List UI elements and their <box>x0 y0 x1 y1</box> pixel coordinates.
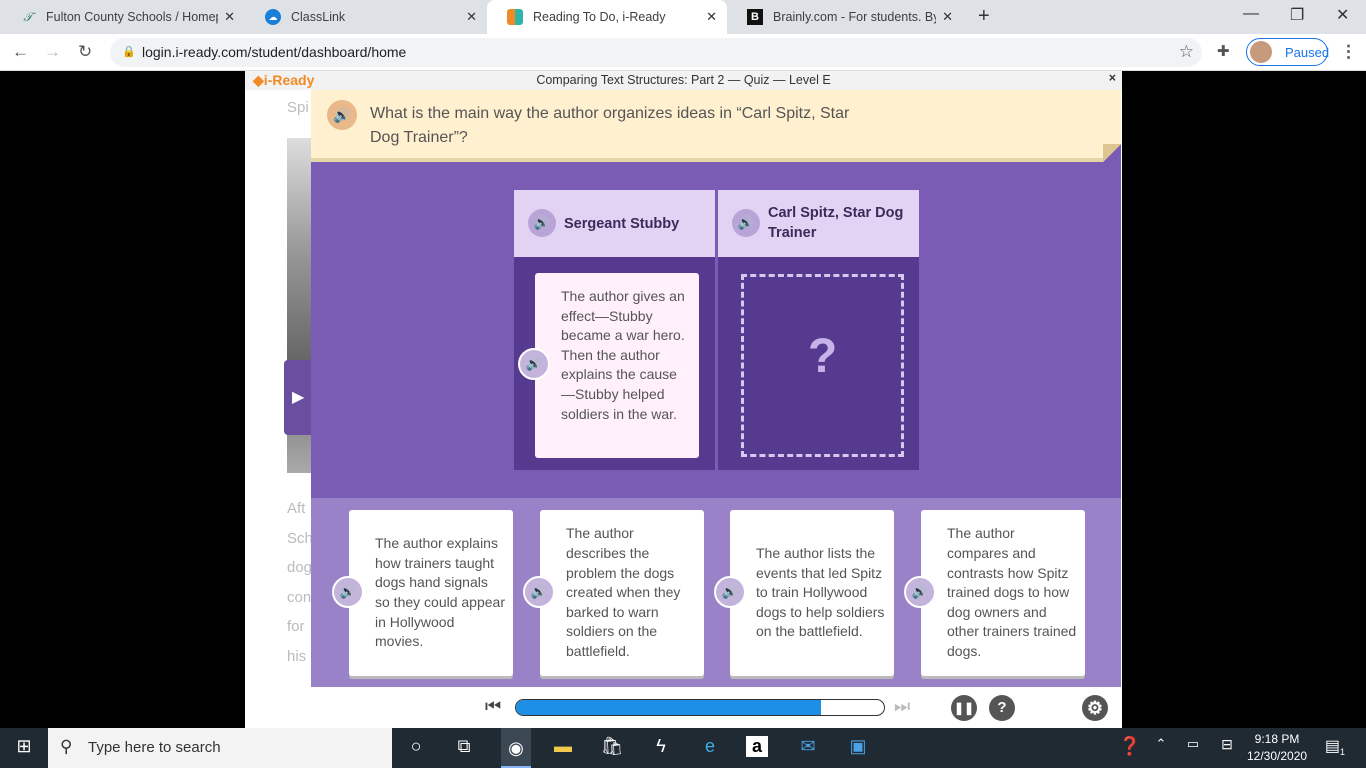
question-banner: 🔊 What is the main way the author organi… <box>311 90 1121 162</box>
file-explorer-icon[interactable]: ▬ <box>550 736 576 757</box>
placed-card[interactable]: The author gives an effect—Stubby became… <box>535 273 699 458</box>
background-text: Aft <box>287 500 306 517</box>
menu-icon[interactable]: ⋮ <box>1340 42 1357 62</box>
speaker-icon[interactable]: 🔊 <box>732 209 760 237</box>
battery-icon[interactable]: ▭ <box>1180 736 1206 752</box>
edge-icon[interactable]: e <box>697 736 723 757</box>
new-tab-button[interactable]: + <box>978 5 990 28</box>
tab-fulton[interactable]: 𝒯Fulton County Schools / Homepage✕ <box>0 0 245 34</box>
progress-fill <box>516 700 822 715</box>
fulton-icon: 𝒯 <box>23 9 33 24</box>
lesson-header: ◆i-Ready Comparing Text Structures: Part… <box>245 71 1122 90</box>
clock[interactable]: 9:18 PM 12/30/2020 <box>1247 731 1307 765</box>
amazon-icon[interactable]: a <box>746 736 768 757</box>
forward-icon[interactable]: → <box>44 42 61 62</box>
avatar <box>1250 41 1272 63</box>
speaker-icon[interactable]: 🔊 <box>714 576 746 608</box>
close-tab-icon[interactable]: ✕ <box>942 9 953 25</box>
windows-start-icon[interactable]: ⊞ <box>11 736 37 757</box>
settings-icon[interactable]: ⚙ <box>1082 695 1108 721</box>
background-text: Sch <box>287 530 313 547</box>
mail-icon[interactable]: ✉ <box>795 736 821 757</box>
drop-zone[interactable]: ? <box>741 274 904 457</box>
touchpad-icon[interactable]: ⊟ <box>1214 736 1240 753</box>
store-icon[interactable]: 🛍 <box>599 736 625 757</box>
help-tray-icon[interactable]: ❓ <box>1117 736 1143 757</box>
task-view-icon[interactable]: ⧉ <box>451 736 477 757</box>
column-carl-spitz: 🔊 Carl Spitz, Star Dog Trainer ? <box>718 190 919 470</box>
lesson-title: Comparing Text Structures: Part 2 — Quiz… <box>536 73 831 87</box>
star-icon[interactable]: ☆ <box>1179 42 1194 62</box>
chrome-icon[interactable]: ◉ <box>501 728 531 768</box>
back-icon[interactable]: ← <box>12 42 29 62</box>
search-icon: ⚲ <box>60 737 73 756</box>
close-tab-icon[interactable]: ✕ <box>706 9 717 25</box>
lesson-controls: ⏮ ⏭ ❚❚ ? ⚙ <box>311 687 1121 728</box>
cortana-icon[interactable]: ○ <box>403 736 429 757</box>
answer-card[interactable]: The author compares and contrasts how Sp… <box>921 510 1085 676</box>
close-window-button[interactable]: ✕ <box>1336 5 1349 25</box>
speaker-icon[interactable]: 🔊 <box>332 576 364 608</box>
background-text: con <box>287 589 312 606</box>
page-fold <box>1103 144 1121 162</box>
close-lesson-button[interactable]: × <box>1109 71 1116 85</box>
tab-brainly[interactable]: BBrainly.com - For students. By students… <box>727 0 963 34</box>
answer-card[interactable]: The author explains how trainers taught … <box>349 510 513 676</box>
column-title: Carl Spitz, Star Dog Trainer <box>768 205 904 241</box>
skip-forward-icon[interactable]: ⏭ <box>894 696 910 717</box>
tab-classlink[interactable]: ☁ ClassLink ✕ <box>245 0 487 34</box>
speaker-icon[interactable]: 🔊 <box>523 576 555 608</box>
quiz-area: 🔊 What is the main way the author organi… <box>311 90 1121 687</box>
pause-button[interactable]: ❚❚ <box>951 695 977 721</box>
background-text: Spi <box>287 99 309 116</box>
profile-button[interactable]: Paused <box>1246 38 1329 66</box>
column-sergeant-stubby: 🔊 Sergeant Stubby The author gives an eff… <box>514 190 715 470</box>
address-bar: ← → ↻ 🔒 login.i-ready.com/student/dashboa… <box>0 34 1366 71</box>
notifications-icon[interactable]: ▤1 <box>1322 736 1348 757</box>
progress-bar <box>515 699 885 716</box>
lock-icon: 🔒 <box>122 46 136 58</box>
background-text: his <box>287 648 307 665</box>
app-icon[interactable]: ϟ <box>648 736 674 757</box>
column-title: Sergeant Stubby <box>564 216 680 232</box>
tab-iready[interactable]: Reading To Do, i-Ready ✕ <box>487 0 727 34</box>
show-hidden-icons[interactable]: ⌃ <box>1148 736 1174 752</box>
speaker-icon[interactable]: 🔊 <box>518 348 550 380</box>
url-input[interactable]: 🔒 login.i-ready.com/student/dashboard/hom… <box>110 38 1202 67</box>
taskbar-search[interactable]: ⚲ Type here to search <box>48 728 392 768</box>
help-button[interactable]: ? <box>989 695 1015 721</box>
tab-bar: 𝒯Fulton County Schools / Homepage✕ ☁Clas… <box>0 0 1366 34</box>
speaker-icon[interactable]: 🔊 <box>904 576 936 608</box>
classlink-icon: ☁ <box>265 9 281 25</box>
minimize-button[interactable]: — <box>1243 5 1259 23</box>
brainly-icon: B <box>747 9 763 25</box>
reload-icon[interactable]: ↻ <box>78 42 92 62</box>
skip-back-icon[interactable]: ⏮ <box>485 696 501 717</box>
iready-icon <box>507 9 523 25</box>
close-tab-icon[interactable]: ✕ <box>224 9 235 25</box>
background-text: for <box>287 618 305 635</box>
extensions-icon[interactable]: ✚ <box>1217 42 1230 60</box>
restore-button[interactable]: ❐ <box>1290 5 1304 25</box>
speaker-icon[interactable]: 🔊 <box>528 209 556 237</box>
background-text: dog <box>287 559 313 576</box>
answer-card[interactable]: The author lists the events that led Spi… <box>730 510 894 676</box>
question-text: What is the main way the author organize… <box>370 105 850 146</box>
expand-panel-button[interactable]: ▶ <box>284 360 311 435</box>
photos-icon[interactable]: ▣ <box>845 736 871 757</box>
close-tab-icon[interactable]: ✕ <box>466 9 477 25</box>
answer-card[interactable]: The author describes the problem the dog… <box>540 510 704 676</box>
taskbar: ⊞ ⚲ Type here to search ○ ⧉ ◉ ▬ 🛍 ϟ e a ✉… <box>0 728 1366 768</box>
speaker-icon[interactable]: 🔊 <box>327 100 357 130</box>
answer-tray: The author explains how trainers taught … <box>311 498 1121 687</box>
